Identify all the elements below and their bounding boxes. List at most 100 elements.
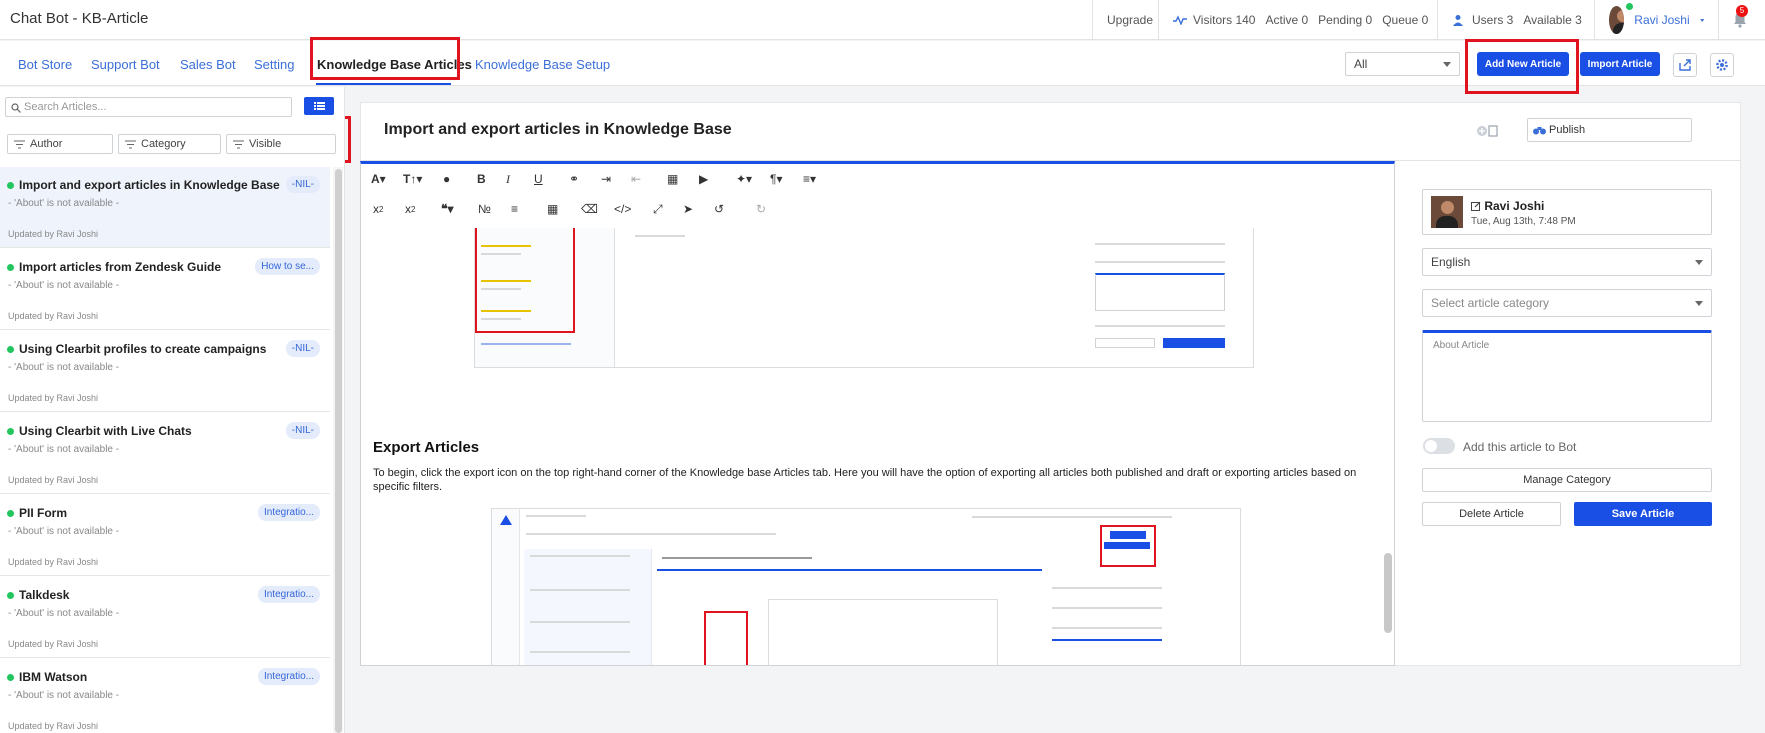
manage-category-button[interactable]: Manage Category — [1422, 468, 1712, 492]
underline-icon[interactable]: U — [534, 171, 543, 187]
image-icon[interactable]: ▦ — [667, 171, 678, 187]
list-item[interactable]: Import and export articles in Knowledge … — [0, 167, 330, 248]
color-icon[interactable]: ● — [443, 171, 450, 187]
publish-value: Publish — [1549, 124, 1586, 136]
editor-scrollbar[interactable] — [1384, 553, 1392, 633]
search-icon — [11, 103, 21, 113]
list-item[interactable]: Using Clearbit profiles to create campai… — [0, 331, 330, 412]
select-icon[interactable]: ➤ — [683, 201, 693, 217]
section-paragraph: To begin, click the export icon on the t… — [373, 467, 1357, 493]
status-filter-select[interactable]: All — [1345, 52, 1460, 76]
upgrade-link[interactable]: Upgrade — [1092, 0, 1167, 40]
filter-icon — [14, 140, 25, 149]
category-filter[interactable]: Category — [118, 134, 221, 154]
tab-knowledge-base-setup[interactable]: Knowledge Base Setup — [475, 57, 610, 72]
visible-filter[interactable]: Visible — [226, 134, 336, 154]
tab-knowledge-base-articles[interactable]: Knowledge Base Articles — [317, 57, 472, 72]
category-placeholder: Select article category — [1431, 296, 1550, 310]
search-input[interactable]: Search Articles... — [5, 97, 292, 117]
online-status-dot — [1626, 3, 1633, 10]
publish-select[interactable]: Publish — [1527, 118, 1692, 142]
magic-icon[interactable]: ✦▾ — [736, 171, 752, 187]
import-article-button[interactable]: Import Article — [1580, 52, 1660, 76]
status-filter-value: All — [1354, 57, 1368, 71]
about-article-textarea[interactable]: About Article — [1422, 330, 1712, 422]
category-badge: Integratio... — [257, 586, 320, 603]
status-dot — [7, 182, 14, 189]
font-size-icon[interactable]: T ↑▾ — [403, 171, 422, 187]
article-updated: Updated by Ravi Joshi — [8, 393, 99, 403]
rich-text-editor[interactable]: A ▾ T ↑▾ ● B I U ⚭ ⇥ ⇤ ▦ ▶ ✦▾ ¶▾ ≡▾ x2 x2 … — [360, 161, 1395, 666]
add-to-bot-toggle[interactable] — [1423, 438, 1455, 454]
tab-support-bot[interactable]: Support Bot — [91, 57, 160, 72]
list-item[interactable]: Import articles from Zendesk Guide How t… — [0, 249, 330, 330]
pulse-icon — [1173, 15, 1187, 25]
article-updated: Updated by Ravi Joshi — [8, 557, 99, 567]
status-dot — [7, 592, 14, 599]
article-sidebar: Search Articles... Author Category Visib… — [0, 87, 345, 733]
unordered-list-icon[interactable]: ≡ — [511, 201, 518, 217]
active-tab-indicator — [316, 83, 451, 85]
list-item[interactable]: Using Clearbit with Live Chats -NIL- - '… — [0, 413, 330, 494]
eraser-icon[interactable]: ⌫ — [581, 201, 598, 217]
add-new-article-button[interactable]: Add New Article — [1477, 52, 1569, 76]
video-icon[interactable]: ▶ — [699, 171, 708, 187]
italic-icon[interactable]: I — [506, 171, 510, 187]
list-view-button[interactable] — [304, 97, 334, 115]
ordered-list-icon[interactable]: № — [478, 201, 491, 217]
align-icon[interactable]: ≡▾ — [803, 171, 816, 187]
paragraph-icon[interactable]: ¶▾ — [770, 171, 782, 187]
tab-bot-store[interactable]: Bot Store — [18, 57, 72, 72]
fullscreen-icon[interactable]: ⤢ — [653, 201, 663, 217]
tab-sales-bot[interactable]: Sales Bot — [180, 57, 236, 72]
author-filter-label: Author — [30, 138, 63, 150]
avatar — [1431, 196, 1463, 228]
code-icon[interactable]: </> — [614, 201, 631, 217]
status-dot — [7, 346, 14, 353]
top-bar: Chat Bot - KB-Article Upgrade Visitors 1… — [0, 0, 1765, 40]
tab-setting[interactable]: Setting — [254, 57, 294, 72]
filter-icon — [125, 140, 136, 149]
save-article-button[interactable]: Save Article — [1574, 502, 1712, 526]
category-select[interactable]: Select article category — [1422, 289, 1712, 317]
author-filter[interactable]: Author — [7, 134, 113, 154]
settings-button[interactable] — [1710, 53, 1734, 77]
indent-icon[interactable]: ⇥ — [601, 171, 611, 187]
upgrade-label: Upgrade — [1107, 13, 1154, 27]
sidebar-scrollbar-thumb[interactable] — [335, 169, 342, 733]
quote-icon[interactable]: ❝▾ — [441, 201, 453, 217]
user-menu[interactable]: Ravi Joshi — [1594, 0, 1718, 40]
editor-article-title[interactable]: Import and export articles in Knowledge … — [384, 121, 732, 139]
article-title: IBM Watson — [19, 670, 88, 684]
author-name: Ravi Joshi — [1471, 199, 1544, 213]
language-select[interactable]: English — [1422, 248, 1712, 276]
outdent-icon[interactable]: ⇤ — [631, 171, 641, 187]
list-item[interactable]: IBM Watson Integratio... - 'About' is no… — [0, 659, 330, 733]
queue-count: Queue 0 — [1382, 13, 1429, 27]
list-item[interactable]: Talkdesk Integratio... - 'About' is not … — [0, 577, 330, 658]
undo-icon[interactable]: ↺ — [714, 201, 724, 217]
bold-icon[interactable]: B — [477, 171, 486, 187]
link-icon[interactable]: ⚭ — [569, 171, 579, 187]
redo-icon[interactable]: ↻ — [756, 201, 766, 217]
category-badge: Integratio... — [257, 668, 320, 685]
font-icon[interactable]: A ▾ — [371, 171, 386, 187]
article-updated: Updated by Ravi Joshi — [8, 721, 99, 731]
table-icon[interactable]: ▦ — [547, 201, 558, 217]
delete-article-button[interactable]: Delete Article — [1422, 502, 1561, 526]
active-count: Active 0 — [1265, 13, 1309, 27]
article-updated: Updated by Ravi Joshi — [8, 311, 99, 321]
editor-content[interactable]: Export Articles To begin, click the expo… — [361, 228, 1394, 665]
superscript-icon[interactable]: x2 — [405, 201, 415, 217]
visitors-count: Visitors 140 — [1193, 13, 1256, 27]
article-title: Using Clearbit with Live Chats — [19, 424, 192, 438]
add-section-icon[interactable] — [1476, 124, 1498, 138]
list-item[interactable]: PII Form Integratio... - 'About' is not … — [0, 495, 330, 576]
binoculars-icon — [1533, 127, 1546, 135]
avatar — [1609, 6, 1625, 34]
export-button[interactable] — [1673, 53, 1697, 77]
subscript-icon[interactable]: x2 — [373, 201, 383, 217]
user-name: Ravi Joshi — [1634, 13, 1690, 27]
article-title: PII Form — [19, 506, 68, 520]
category-badge: -NIL- — [285, 422, 320, 439]
